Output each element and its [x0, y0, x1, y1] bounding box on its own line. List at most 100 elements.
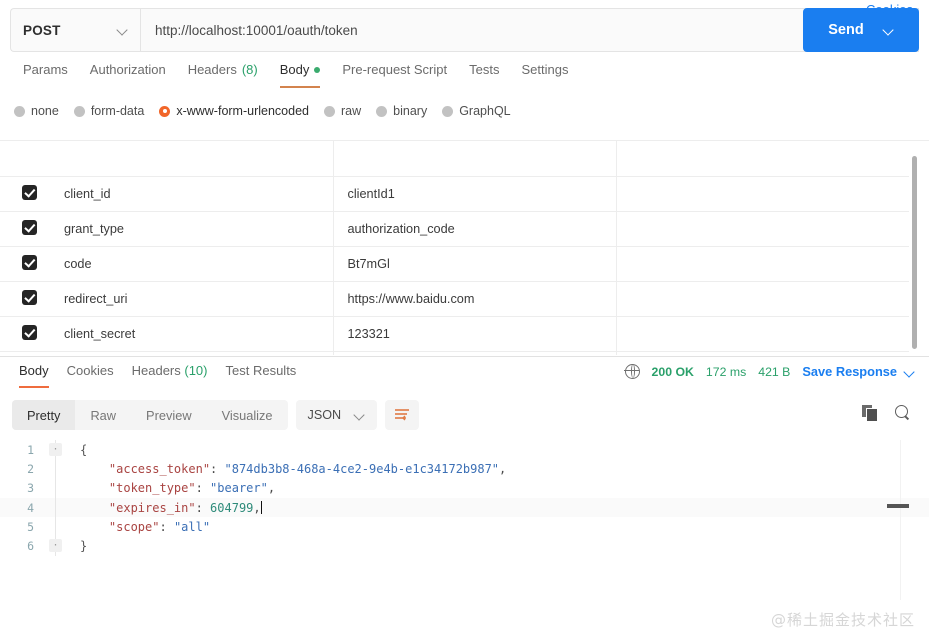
save-response-button[interactable]: Save Response — [802, 364, 915, 379]
response-tab-headers[interactable]: Headers (10) — [123, 362, 217, 388]
row-checkbox[interactable] — [22, 220, 37, 235]
code-line: 4 "expires_in": 604799, — [0, 498, 929, 517]
line-number: 1 — [0, 443, 48, 457]
tab-tests[interactable]: Tests — [458, 60, 510, 88]
body-type-binary[interactable]: binary — [376, 104, 435, 118]
body-type-label: raw — [341, 104, 361, 118]
row-value[interactable]: authorization_code — [333, 211, 616, 246]
tab-label: Pre-request Script — [342, 62, 447, 77]
radio-icon — [376, 106, 387, 117]
watermark: @稀土掘金技术社区 — [771, 609, 915, 630]
row-description[interactable] — [616, 176, 909, 211]
save-response-label: Save Response — [802, 364, 897, 379]
body-type-x-www-form-urlencoded[interactable]: x-www-form-urlencoded — [159, 104, 317, 118]
view-preview[interactable]: Preview — [131, 400, 207, 430]
row-checkbox[interactable] — [22, 290, 37, 305]
tab-settings[interactable]: Settings — [510, 60, 579, 88]
tab-body[interactable]: Body — [269, 60, 332, 88]
code-token: : — [210, 462, 224, 476]
response-tab-body[interactable]: Body — [10, 362, 58, 388]
response-time: 172 ms — [706, 365, 746, 379]
response-tab-cookies[interactable]: Cookies — [58, 362, 123, 388]
cookies-link[interactable]: Cookies — [866, 2, 913, 17]
params-table-scrollbar[interactable] — [912, 156, 917, 349]
radio-icon — [324, 106, 335, 117]
row-description[interactable] — [616, 316, 909, 351]
row-value[interactable]: 123321 — [333, 316, 616, 351]
row-value[interactable]: Bt7mGl — [333, 246, 616, 281]
line-number: 4 — [0, 501, 48, 515]
gutter-rule — [55, 498, 56, 517]
row-key[interactable]: redirect_uri — [50, 281, 333, 316]
new-value-input[interactable]: Value — [333, 351, 616, 355]
table-row[interactable]: redirect_uri https://www.baidu.com — [0, 281, 909, 316]
new-description-input[interactable]: Description — [616, 351, 909, 355]
code-token: : — [196, 501, 210, 515]
code-gutter: · — [48, 440, 70, 459]
table-row-placeholder[interactable]: Key Value Description — [0, 351, 909, 355]
tab-label: Settings — [521, 62, 568, 77]
view-visualize[interactable]: Visualize — [207, 400, 288, 430]
response-tabs: Body Cookies Headers (10) Test Results — [10, 362, 305, 388]
body-type-label: binary — [393, 104, 427, 118]
code-fold-toggle[interactable]: · — [49, 539, 62, 552]
code-fold-toggle[interactable]: · — [49, 443, 62, 456]
code-line: 1·{ — [0, 440, 929, 459]
wrap-lines-button[interactable] — [385, 400, 419, 430]
wrap-lines-icon — [394, 408, 410, 422]
view-raw[interactable]: Raw — [75, 400, 131, 430]
tab-label: Tests — [469, 62, 499, 77]
code-token: "access_token" — [80, 462, 210, 476]
code-token: 604799 — [210, 501, 253, 515]
tab-label: Headers — [188, 62, 237, 77]
row-value[interactable]: https://www.baidu.com — [333, 281, 616, 316]
row-key[interactable]: client_secret — [50, 316, 333, 351]
gutter-rule — [55, 479, 56, 498]
code-token: : — [196, 481, 210, 495]
response-tab-test-results[interactable]: Test Results — [217, 362, 306, 388]
row-checkbox[interactable] — [22, 325, 37, 340]
row-key[interactable]: code — [50, 246, 333, 281]
table-row[interactable]: grant_type authorization_code — [0, 211, 909, 246]
code-text: "token_type": "bearer", — [70, 481, 275, 495]
row-key[interactable]: client_id — [50, 176, 333, 211]
tab-authorization[interactable]: Authorization — [79, 60, 177, 88]
code-token: "874db3b8-468a-4ce2-9e4b-e1c34172b987" — [225, 462, 500, 476]
row-description[interactable] — [616, 246, 909, 281]
code-token: "all" — [174, 520, 210, 534]
response-language-select[interactable]: JSON — [296, 400, 378, 430]
code-lines-list: 1·{2 "access_token": "874db3b8-468a-4ce2… — [0, 440, 929, 556]
row-checkbox[interactable] — [22, 185, 37, 200]
body-type-none[interactable]: none — [14, 104, 67, 118]
line-number: 5 — [0, 520, 48, 534]
body-type-graphql[interactable]: GraphQL — [442, 104, 518, 118]
new-key-input[interactable]: Key — [50, 351, 333, 355]
row-checkbox[interactable] — [22, 255, 37, 270]
row-description[interactable] — [616, 281, 909, 316]
table-row[interactable]: code Bt7mGl — [0, 246, 909, 281]
line-number: 3 — [0, 481, 48, 495]
view-pretty[interactable]: Pretty — [12, 400, 75, 430]
copy-icon[interactable] — [862, 405, 877, 421]
response-view-segmented-control: Pretty Raw Preview Visualize — [12, 400, 288, 430]
row-key[interactable]: grant_type — [50, 211, 333, 246]
radio-icon — [14, 106, 25, 117]
body-type-form-data[interactable]: form-data — [74, 104, 153, 118]
table-row[interactable]: client_id clientId1 — [0, 176, 909, 211]
table-row[interactable]: client_secret 123321 — [0, 316, 909, 351]
tab-pre-request-script[interactable]: Pre-request Script — [331, 60, 458, 88]
tab-params[interactable]: Params — [12, 60, 79, 88]
row-value[interactable]: clientId1 — [333, 176, 616, 211]
http-method-select[interactable]: POST — [10, 8, 140, 52]
language-label: JSON — [308, 408, 342, 422]
tab-label: Test Results — [226, 363, 297, 378]
code-line: 2 "access_token": "874db3b8-468a-4ce2-9e… — [0, 459, 929, 478]
response-format-toolbar: Pretty Raw Preview Visualize JSON — [12, 400, 419, 430]
response-body-code[interactable]: 1·{2 "access_token": "874db3b8-468a-4ce2… — [0, 440, 929, 600]
body-type-raw[interactable]: raw — [324, 104, 369, 118]
row-description[interactable] — [616, 211, 909, 246]
tab-label: Body — [19, 363, 49, 378]
tab-headers[interactable]: Headers (8) — [177, 60, 269, 88]
search-icon[interactable] — [895, 405, 911, 421]
code-scroll-marker[interactable] — [887, 504, 909, 508]
